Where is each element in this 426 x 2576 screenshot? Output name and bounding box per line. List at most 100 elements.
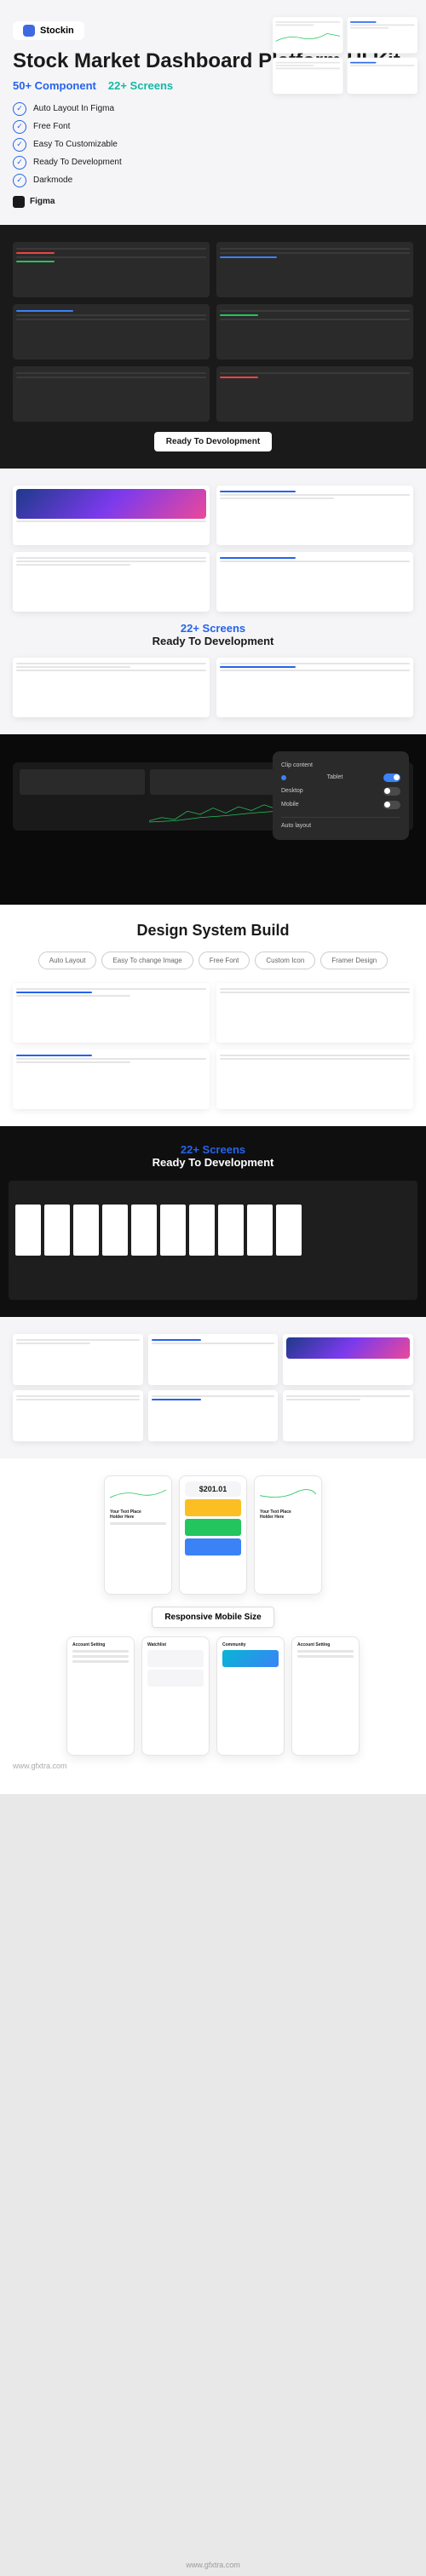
phone-mockup: Watchlist xyxy=(141,1636,210,1756)
toggle-switch[interactable] xyxy=(383,787,400,796)
check-icon: ✓ xyxy=(13,156,26,170)
dark-mockup xyxy=(216,242,413,297)
stat-screens: 22+ Screens xyxy=(108,79,173,92)
mockup xyxy=(13,1390,143,1441)
toggle-switch[interactable] xyxy=(383,801,400,809)
check-icon: ✓ xyxy=(13,174,26,187)
phone-mockup: Community xyxy=(216,1636,285,1756)
design-system-section: Design System Build Auto Layout Easy To … xyxy=(0,905,426,1126)
pill: Free Font xyxy=(199,952,250,969)
design-title: Design System Build xyxy=(13,922,413,940)
phone-mockup: Account Setting xyxy=(66,1636,135,1756)
figma-editor-window xyxy=(9,1181,417,1300)
pill: Auto Layout xyxy=(38,952,97,969)
mockup xyxy=(283,1334,413,1385)
light-section-2 xyxy=(0,1317,426,1458)
editor-title: 22+ Screens Ready To Development xyxy=(9,1143,417,1169)
artboard xyxy=(15,1205,41,1256)
phone-mockup: $201.01 xyxy=(179,1475,247,1595)
artboard xyxy=(276,1205,302,1256)
watermark: www.gfxtra.com xyxy=(186,2561,240,2569)
mockup xyxy=(348,58,417,95)
logo-badge: Stockin xyxy=(13,21,84,40)
artboard xyxy=(44,1205,70,1256)
artboard xyxy=(218,1205,244,1256)
mockup xyxy=(13,983,210,1043)
artboard xyxy=(189,1205,215,1256)
mockup xyxy=(148,1334,279,1385)
dark-mockup xyxy=(13,304,210,359)
price-display: $201.01 xyxy=(185,1481,241,1497)
phone-row-1: Your Text Place Holder Here $201.01 Your… xyxy=(13,1475,413,1595)
mockup xyxy=(13,1334,143,1385)
artboard xyxy=(247,1205,273,1256)
feature-item: ✓Ready To Development xyxy=(13,156,413,170)
mini-chart xyxy=(110,1481,166,1507)
feature-item: ✓Auto Layout In Figma xyxy=(13,102,413,116)
dev-badge: Ready To Devolopment xyxy=(154,432,272,451)
editor-section: 22+ Screens Ready To Development www.gfx… xyxy=(0,1126,426,1317)
check-icon: ✓ xyxy=(13,102,26,116)
light-grid-3col xyxy=(13,1334,413,1441)
stat-card xyxy=(20,769,145,795)
stat-components: 50+ Component xyxy=(13,79,96,92)
mockup xyxy=(216,658,413,717)
panel-header: Clip content xyxy=(281,760,400,771)
dark-grid xyxy=(13,242,413,422)
feature-item: ✓Free Font xyxy=(13,120,413,134)
mockup xyxy=(216,552,413,612)
dark-mockup xyxy=(13,242,210,297)
pill: Framer Design xyxy=(320,952,388,969)
dark-mockup xyxy=(216,304,413,359)
mini-chart xyxy=(260,1481,316,1507)
phone-mockup: Account Setting xyxy=(291,1636,360,1756)
stat-card xyxy=(150,769,275,795)
screens-section: 22+ Screens Ready To Development www.gfx… xyxy=(0,469,426,734)
mockup xyxy=(273,58,343,95)
responsive-section: Your Text Place Holder Here $201.01 Your… xyxy=(0,1458,426,1794)
artboard-row xyxy=(15,1187,411,1256)
pill: Custom Icon xyxy=(255,952,315,969)
bullet-icon xyxy=(281,775,286,780)
mockup xyxy=(216,1049,413,1109)
feature-item: ✓Easy To Customizable xyxy=(13,138,413,152)
hero-mockups xyxy=(273,17,417,94)
mockup xyxy=(283,1390,413,1441)
light-grid xyxy=(13,486,413,612)
phone-mockup: Your Text Place Holder Here xyxy=(254,1475,322,1595)
artboard xyxy=(102,1205,128,1256)
dark-mode-section: Ready To Devolopment xyxy=(0,225,426,469)
dark-mockup xyxy=(216,366,413,422)
pill: Easy To change Image xyxy=(101,952,193,969)
screens-title: 22+ Screens Ready To Development xyxy=(13,622,413,647)
mockup xyxy=(148,1390,279,1441)
mockup xyxy=(216,983,413,1043)
responsive-badge: Responsive Mobile Size xyxy=(152,1607,273,1628)
dark-mockup xyxy=(13,366,210,422)
mockup xyxy=(13,552,210,612)
panel-row: Desktop xyxy=(281,785,400,798)
watermark: www.gfxtra.com xyxy=(13,1762,413,1770)
figma-icon xyxy=(13,196,25,208)
design-grid xyxy=(13,983,413,1109)
mockup xyxy=(216,486,413,545)
artboard xyxy=(131,1205,157,1256)
mockup xyxy=(273,17,343,54)
light-grid-2 xyxy=(13,658,413,717)
hero-section: Stockin Stock Market Dashboard Platform … xyxy=(0,0,426,225)
logo-icon xyxy=(23,25,35,37)
toggle-switch[interactable] xyxy=(383,773,400,782)
figma-properties-panel: Clip content Tablet Desktop Mobile Auto … xyxy=(273,751,409,840)
phone-mockup: Your Text Place Holder Here xyxy=(104,1475,172,1595)
panel-section: Auto layout xyxy=(281,817,400,831)
phone-row-2: Account Setting Watchlist Community Acco… xyxy=(13,1636,413,1756)
panel-row: Tablet xyxy=(281,771,400,785)
mockup xyxy=(13,486,210,545)
figma-label: Figma xyxy=(13,196,55,208)
pill-row: Auto Layout Easy To change Image Free Fo… xyxy=(13,952,413,969)
artboard xyxy=(160,1205,186,1256)
feature-list: ✓Auto Layout In Figma ✓Free Font ✓Easy T… xyxy=(13,102,413,187)
check-icon: ✓ xyxy=(13,120,26,134)
artboard xyxy=(73,1205,99,1256)
logo-text: Stockin xyxy=(40,26,74,36)
